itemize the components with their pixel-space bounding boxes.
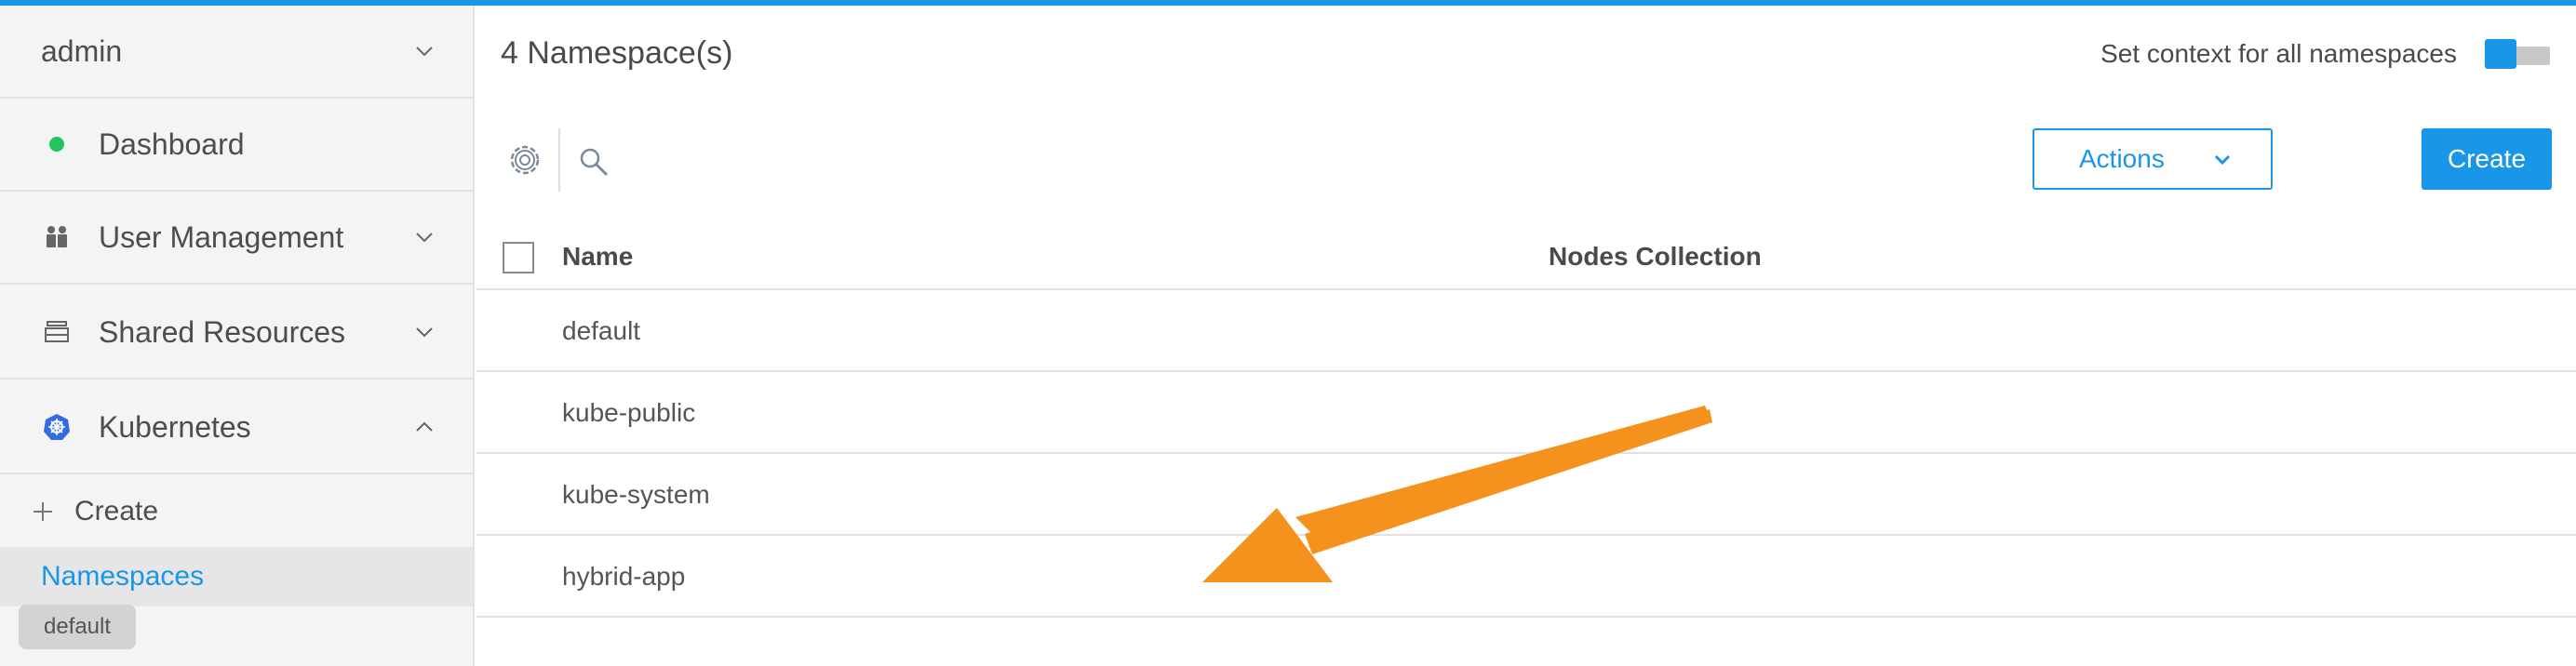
namespace-name[interactable]: kube-system [562, 480, 710, 510]
sidebar-item-label: Dashboard [99, 127, 245, 161]
namespace-name[interactable]: hybrid-app [562, 562, 685, 592]
sidebar-item-shared-resources[interactable]: Shared Resources [0, 286, 473, 380]
toolbar-divider [558, 128, 560, 192]
column-header-nodes-collection[interactable]: Nodes Collection [1549, 242, 1762, 272]
actions-button-label: Actions [2079, 144, 2165, 173]
table-row[interactable]: default [476, 290, 2576, 372]
chevron-down-icon [416, 47, 433, 57]
plus-icon [34, 502, 52, 521]
sidebar: admin Dashboard User Management Shared R… [0, 6, 475, 666]
create-button[interactable]: Create [2422, 128, 2552, 190]
user-menu[interactable]: admin [0, 6, 473, 99]
sidebar-item-user-management[interactable]: User Management [0, 192, 473, 285]
user-name: admin [41, 33, 123, 68]
namespace-name[interactable]: default [562, 316, 640, 346]
sidebar-item-label: Kubernetes [99, 409, 251, 444]
column-header-name[interactable]: Name [562, 242, 633, 272]
context-toggle-label: Set context for all namespaces [2100, 39, 2457, 68]
namespace-tag[interactable]: default [19, 605, 136, 649]
namespace-name[interactable]: kube-public [562, 398, 695, 428]
gear-icon[interactable] [504, 140, 545, 180]
sidebar-subitem-create[interactable]: Create [0, 476, 473, 547]
table-header: Name Nodes Collection [476, 236, 2576, 290]
chevron-down-icon [416, 327, 433, 338]
sidebar-subitem-label: Create [74, 496, 159, 526]
sidebar-item-label: Shared Resources [99, 314, 346, 349]
sidebar-item-label: User Management [99, 220, 344, 254]
users-icon [47, 226, 67, 247]
sidebar-subitem-label: Namespaces [41, 561, 205, 592]
page-title: 4 Namespace(s) [501, 35, 733, 71]
search-icon[interactable] [577, 145, 610, 179]
toggle-knob [2485, 39, 2516, 69]
annotation-arrow-icon [1202, 406, 1712, 582]
select-all-checkbox[interactable] [503, 242, 534, 273]
status-dot-icon [49, 137, 64, 152]
sidebar-item-kubernetes[interactable]: Kubernetes [0, 381, 473, 474]
sidebar-item-dashboard[interactable]: Dashboard [0, 99, 473, 192]
server-stack-icon [45, 321, 69, 342]
main-content: 4 Namespace(s) Set context for all names… [476, 6, 2576, 666]
chevron-down-icon [416, 233, 433, 243]
chevron-down-icon [2214, 154, 2231, 166]
sidebar-subitem-namespaces[interactable]: Namespaces [0, 547, 473, 606]
actions-button[interactable]: Actions [2033, 128, 2273, 190]
kubernetes-icon [44, 414, 70, 440]
chevron-up-icon [416, 421, 433, 432]
context-toggle[interactable] [2485, 39, 2552, 69]
